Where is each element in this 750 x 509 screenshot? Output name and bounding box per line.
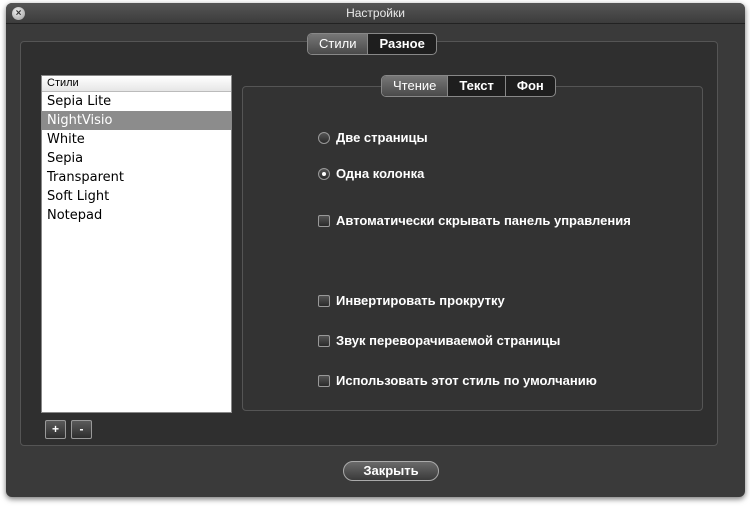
checkbox[interactable] <box>318 294 330 307</box>
list-header[interactable]: Стили <box>42 76 231 92</box>
tab-misc[interactable]: Разное <box>367 34 435 54</box>
list-item[interactable]: Sepia <box>42 149 231 168</box>
invert-scroll-label: Инвертировать прокрутку <box>336 293 505 308</box>
two-pages-option[interactable]: Две страницы <box>318 130 428 145</box>
auto-hide-option[interactable]: Автоматически скрывать панель управления <box>318 213 631 228</box>
list-item[interactable]: NightVisio <box>42 111 231 130</box>
tab-reading[interactable]: Чтение <box>382 76 448 96</box>
page-sound-label: Звук переворачиваемой страницы <box>336 333 561 348</box>
checkbox[interactable] <box>318 374 330 387</box>
styles-list: Стили Sepia Lite NightVisio White Sepia … <box>41 75 232 413</box>
invert-scroll-option[interactable]: Инвертировать прокрутку <box>318 293 505 308</box>
radio-button[interactable] <box>318 131 330 144</box>
one-column-label: Одна колонка <box>336 166 425 181</box>
one-column-option[interactable]: Одна колонка <box>318 166 424 181</box>
top-tabs: Стили Разное <box>307 33 437 55</box>
page-sound-option[interactable]: Звук переворачиваемой страницы <box>318 333 560 348</box>
add-style-button[interactable]: + <box>45 420 66 439</box>
checkbox[interactable] <box>318 214 330 227</box>
auto-hide-label: Автоматически скрывать панель управления <box>336 213 631 228</box>
list-item[interactable]: White <box>42 130 231 149</box>
default-style-option[interactable]: Использовать этот стиль по умолчанию <box>318 373 597 388</box>
checkbox[interactable] <box>318 334 330 347</box>
inner-tabs: Чтение Текст Фон <box>381 75 556 97</box>
list-item[interactable]: Sepia Lite <box>42 92 231 111</box>
radio-button[interactable] <box>318 167 330 180</box>
list-item[interactable]: Soft Light <box>42 187 231 206</box>
tab-text[interactable]: Текст <box>447 76 504 96</box>
window-title: Настройки <box>346 6 405 20</box>
list-item[interactable]: Transparent <box>42 168 231 187</box>
tab-styles[interactable]: Стили <box>308 34 368 54</box>
list-item[interactable]: Notepad <box>42 206 231 225</box>
title-bar: × Настройки <box>6 3 745 24</box>
two-pages-label: Две страницы <box>336 130 428 145</box>
reading-panel <box>242 86 703 411</box>
remove-style-button[interactable]: - <box>71 420 92 439</box>
close-button[interactable]: Закрыть <box>343 461 439 481</box>
default-style-label: Использовать этот стиль по умолчанию <box>336 373 597 388</box>
tab-background[interactable]: Фон <box>504 76 555 96</box>
